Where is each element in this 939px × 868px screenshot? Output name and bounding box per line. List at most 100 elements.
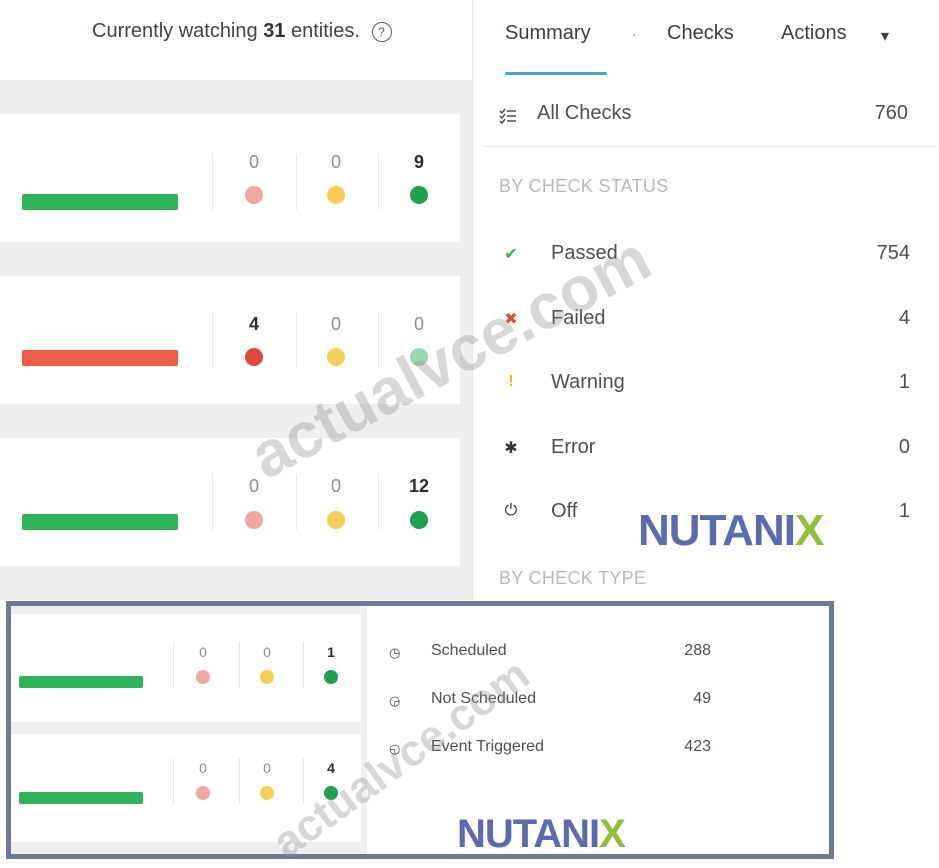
- critical-count: 0: [248, 152, 259, 172]
- pass-count: 0: [413, 314, 424, 334]
- health-bar: [22, 194, 178, 210]
- health-bar: [19, 792, 143, 804]
- warning-count: 0: [263, 760, 271, 776]
- status-row-warning[interactable]: ! Warning 1: [473, 363, 939, 403]
- pass-dot: [410, 348, 428, 366]
- critical-dot: [196, 670, 210, 684]
- warning-dot: [327, 511, 345, 529]
- critical-dot: [196, 786, 210, 800]
- pass-count: 12: [408, 476, 430, 496]
- status-value: 1: [898, 371, 910, 393]
- status-row-failed[interactable]: ✖ Failed 4: [473, 299, 939, 339]
- divider: [239, 758, 240, 804]
- bug-icon: ✱: [504, 440, 518, 457]
- entity-list: 0 0 9 4 0 0 0 0 12: [0, 80, 472, 600]
- entity-card[interactable]: 0 0 9: [0, 114, 460, 242]
- status-label: Error: [551, 436, 596, 458]
- health-bar: [22, 514, 178, 530]
- divider: [296, 154, 297, 210]
- watching-header: Currently watching 31 entities. ?: [92, 20, 392, 43]
- divider: [296, 474, 297, 530]
- all-checks-value: 760: [874, 102, 908, 124]
- help-icon[interactable]: ?: [371, 21, 392, 42]
- warning-dot: [260, 786, 274, 800]
- status-value: 0: [898, 436, 910, 458]
- inset-entity-list: 0 0 1 0 0 4: [11, 606, 367, 854]
- type-value: 423: [684, 738, 711, 755]
- tab-summary[interactable]: Summary: [505, 22, 591, 45]
- actions-label: Actions: [781, 22, 847, 44]
- nutanix-logo: NUTANIX: [638, 506, 824, 556]
- tab-checks[interactable]: Checks: [667, 22, 734, 45]
- critical-count: 0: [199, 644, 207, 660]
- active-tab-indicator: [505, 72, 607, 75]
- tab-separator: ·: [631, 24, 637, 44]
- clock-icon: ◷: [389, 645, 401, 660]
- divider: [303, 758, 304, 804]
- not-scheduled-icon: ◶: [389, 693, 401, 708]
- divider: [378, 312, 379, 368]
- critical-dot: [245, 511, 263, 529]
- list-icon: [499, 108, 516, 124]
- warning-dot: [260, 670, 274, 684]
- warning-dot: [327, 186, 345, 204]
- divider: [239, 642, 240, 688]
- health-dashboard: Currently watching 31 entities. ? 0 0 9 …: [0, 0, 939, 600]
- divider: [303, 642, 304, 688]
- status-row-passed[interactable]: ✔ Passed 754: [473, 234, 939, 274]
- type-label: Not Scheduled: [431, 690, 536, 707]
- watching-suffix: entities.: [291, 20, 360, 42]
- divider: [212, 474, 213, 530]
- actions-dropdown[interactable]: Actions ▾: [781, 20, 901, 50]
- health-bar: [19, 676, 143, 688]
- critical-count: 4: [248, 314, 259, 334]
- divider: [296, 312, 297, 368]
- pass-dot: [410, 186, 428, 204]
- nutanix-logo: NUTANIX: [457, 812, 626, 857]
- pass-count: 4: [327, 760, 335, 776]
- critical-dot: [245, 186, 263, 204]
- status-label: Passed: [551, 242, 618, 264]
- divider: [212, 154, 213, 210]
- cross-icon: ✖: [504, 311, 518, 328]
- status-label: Warning: [551, 371, 625, 393]
- warning-dot: [327, 348, 345, 366]
- type-row-event-triggered[interactable]: ◵ Event Triggered 423: [389, 738, 719, 768]
- checkmark-icon: ✔: [504, 246, 518, 263]
- warning-count: 0: [330, 476, 341, 496]
- pass-count: 9: [413, 152, 424, 172]
- critical-dot: [245, 348, 263, 366]
- status-value: 4: [898, 307, 910, 329]
- logo-text: NUTANI: [457, 812, 600, 856]
- status-row-error[interactable]: ✱ Error 0: [473, 428, 939, 468]
- entity-card[interactable]: 4 0 0: [0, 276, 460, 404]
- status-label: Off: [551, 500, 578, 522]
- critical-count: 0: [199, 760, 207, 776]
- entity-card[interactable]: 0 0 1: [11, 614, 361, 722]
- pass-dot: [324, 786, 338, 800]
- status-value: 1: [898, 500, 910, 522]
- type-value: 49: [693, 690, 711, 707]
- entity-card[interactable]: 0 0 4: [11, 734, 361, 842]
- health-bar: [22, 350, 178, 366]
- entity-card[interactable]: 0 0 12: [0, 438, 460, 566]
- pass-dot: [324, 670, 338, 684]
- watching-count: 31: [263, 20, 286, 42]
- type-row-not-scheduled[interactable]: ◶ Not Scheduled 49: [389, 690, 719, 720]
- pass-dot: [410, 511, 428, 529]
- status-value: 754: [876, 242, 910, 264]
- divider: [173, 642, 174, 688]
- divider: [212, 312, 213, 368]
- power-icon: ⏻: [504, 502, 518, 519]
- warning-count: 0: [263, 644, 271, 660]
- watching-prefix: Currently watching: [92, 20, 258, 42]
- type-value: 288: [684, 642, 711, 659]
- all-checks-label: All Checks: [537, 102, 632, 124]
- critical-count: 0: [248, 476, 259, 496]
- warning-count: 0: [330, 152, 341, 172]
- all-checks-row[interactable]: All Checks 760: [483, 88, 938, 147]
- type-row-scheduled[interactable]: ◷ Scheduled 288: [389, 642, 719, 672]
- by-check-status-heading: BY CHECK STATUS: [499, 176, 669, 196]
- inset-screenshot: 0 0 1 0 0 4 ◷ Scheduled 288 ◶ Not Schedu…: [6, 601, 834, 859]
- type-label: Event Triggered: [431, 738, 544, 755]
